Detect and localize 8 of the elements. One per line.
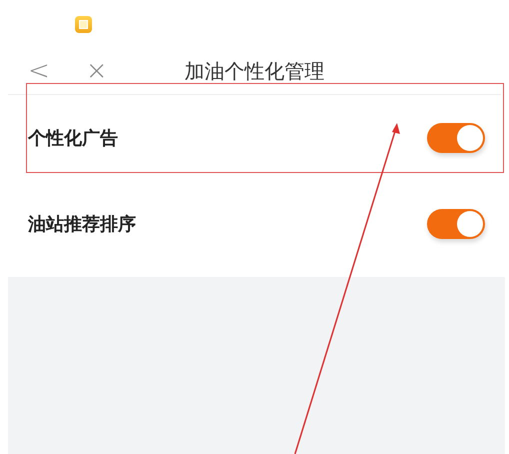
app-icon [75, 16, 92, 32]
toggle-switch[interactable] [427, 123, 485, 153]
page-title: 加油个性化管理 [184, 58, 324, 84]
back-button[interactable]: < [28, 58, 50, 84]
setting-label: 个性化广告 [28, 127, 118, 150]
toggle-switch[interactable] [427, 209, 485, 239]
setting-label: 油站推荐排序 [28, 213, 136, 236]
close-button[interactable]: × [86, 58, 108, 84]
